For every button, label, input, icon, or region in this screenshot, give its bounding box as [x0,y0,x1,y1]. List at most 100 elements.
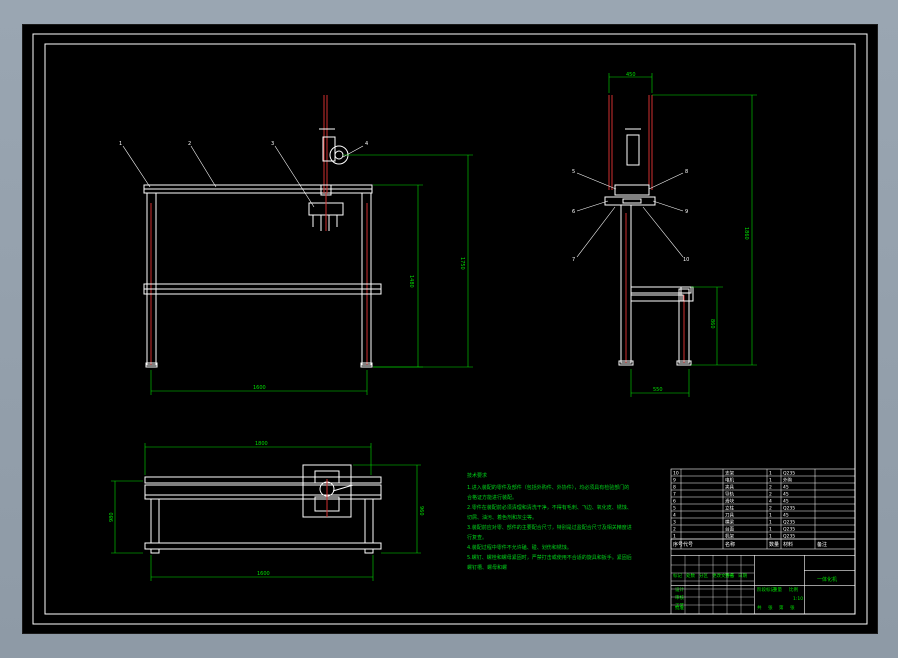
parts-cell: 45 [783,491,789,497]
note-line: 5.螺钉、螺栓和螺母紧固时，严禁打击或使用不合适的旋具和扳手。紧固后 [467,554,632,561]
side-callout-leaders [576,172,684,258]
parts-cell: 1 [769,470,772,476]
top-dim-depth-left: 980 [109,512,115,522]
drawing-title: 一体化机 [817,576,837,583]
side-view[interactable] [604,95,694,366]
parts-cell: Q235 [783,526,795,532]
note-line: 3.装配前应对零、部件的主要配合尺寸，特别是过盈配合尺寸及相关精度进 [467,524,632,531]
parts-list: 10 支架 1 Q235 9 电机 1 外购 8 夹具 2 45 7 导轨 2 45 6 滑块 4 45 5 立柱 2 Q23… [670,469,856,614]
front-dim-height-outer: 1750 [459,257,465,270]
parts-cell: 4 [673,512,676,518]
parts-cell: Q235 [783,519,795,525]
parts-cell: 立柱 [725,504,734,511]
parts-cell: Q235 [783,533,795,539]
parts-header-cell: 序号 [673,541,683,548]
parts-cell: 2 [769,484,772,490]
parts-cell: 导轨 [725,490,734,497]
parts-header-cell: 代号 [683,541,693,548]
note-line: 4.装配过程中零件不允许磕、碰、划伤和锈蚀。 [467,544,572,551]
top-dimension-lines [111,443,421,581]
sheet-label: 共 [757,604,762,611]
parts-cell: 2 [673,526,676,532]
parts-cell: 9 [673,477,676,483]
side-callout-7: 7 [572,257,575,263]
sheet-label: 第 [779,604,784,611]
front-dimension-lines [150,154,473,395]
parts-header-cell: 材料 [783,541,793,548]
scale-label: 重量 [773,586,782,593]
outer-border [32,33,868,625]
top-dim-depth-right: 960 [418,506,424,516]
side-callout-6: 6 [572,209,575,215]
technical-notes: 技术要求 1.进入装配的零件及部件（包括外购件、外协件），均必须具有检验部门的 … [467,472,632,571]
parts-cell: 8 [673,484,676,490]
parts-cell: 6 [673,498,676,504]
front-callout-3: 3 [271,141,274,147]
parts-header-row [670,538,856,550]
top-dim-bottom: 1600 [257,571,270,577]
side-callout-10: 10 [683,257,689,263]
notes-title: 技术要求 [467,472,487,479]
sign-label-2: 设计 [675,586,684,593]
parts-cell: 5 [673,505,676,511]
front-callout-1: 1 [119,141,122,147]
parts-cell: 45 [783,484,789,490]
front-view[interactable] [143,95,382,368]
sign-label-2: 审核 [675,594,684,601]
parts-cell: 夹具 [725,483,734,490]
parts-header-cell: 数量 [769,541,779,548]
parts-cell: 1 [769,519,772,525]
parts-cell: 刀具 [725,512,734,518]
note-line: 1.进入装配的零件及部件（包括外购件、外协件），均必须具有检验部门的 [467,484,629,491]
parts-cell: 机架 [725,532,734,539]
parts-cell: 横梁 [725,518,734,525]
cad-drawing-viewport[interactable]: 1 2 3 4 1600 1480 1750 5 6 7 8 9 10 450 … [22,24,878,634]
parts-cell: 1 [769,533,772,539]
parts-cell: Q235 [783,505,795,511]
parts-cell: 2 [769,491,772,497]
front-dim-width: 1600 [253,385,266,391]
parts-cell: 台面 [725,525,734,532]
scale-label: 比例 [789,586,798,593]
parts-cell: 10 [673,470,679,476]
sheet-label: 张 [768,604,773,611]
parts-cell: 4 [769,498,772,504]
parts-cell: 外购 [783,476,792,483]
side-dim-top: 450 [626,72,636,78]
parts-cell: 1 [769,526,772,532]
side-callout-9: 9 [685,209,688,215]
side-callout-8: 8 [685,169,688,175]
front-dim-height-inner: 1480 [408,275,414,288]
side-dim-height: 1860 [743,227,749,240]
parts-cell: 3 [673,519,676,525]
sheet-label: 张 [790,604,795,611]
scale-value: 1:10 [793,596,803,602]
drawing-sheet: 1 2 3 4 1600 1480 1750 5 6 7 8 9 10 450 … [32,33,868,625]
parts-header-cell: 名称 [725,541,735,548]
side-dim-width: 550 [653,387,663,393]
parts-cell: 45 [783,498,789,504]
approve-label: 批准 [675,604,684,611]
parts-cell: Q235 [783,470,795,476]
parts-cell: 2 [769,505,772,511]
parts-cell: 1 [769,477,772,483]
note-line: 2.零件在装配前必须清理和清洗干净，不得有毛刺、飞边、氧化皮、锈蚀、 [467,504,632,511]
front-callout-2: 2 [188,141,191,147]
parts-cell: 1 [673,533,676,539]
parts-cell: 7 [673,491,676,497]
sign-label: 日期 [738,573,747,579]
top-view[interactable] [144,464,382,554]
parts-cell: 支架 [725,469,734,476]
side-callout-5: 5 [572,169,575,175]
note-line: 螺钉槽、螺母和螺 [467,564,507,571]
parts-cell: 滑块 [725,497,734,504]
note-line: 行复查。 [467,534,487,541]
parts-header-cell: 备注 [817,541,827,548]
parts-cell: 1 [769,512,772,518]
front-callout-4: 4 [365,141,368,147]
top-dim-width: 1800 [255,441,268,447]
note-line: 合格证方能进行装配。 [467,494,517,501]
note-line: 切屑、油污、着色剂和灰尘等。 [467,514,537,521]
side-dim-table: 860 [709,319,715,329]
parts-cell: 电机 [725,476,734,483]
